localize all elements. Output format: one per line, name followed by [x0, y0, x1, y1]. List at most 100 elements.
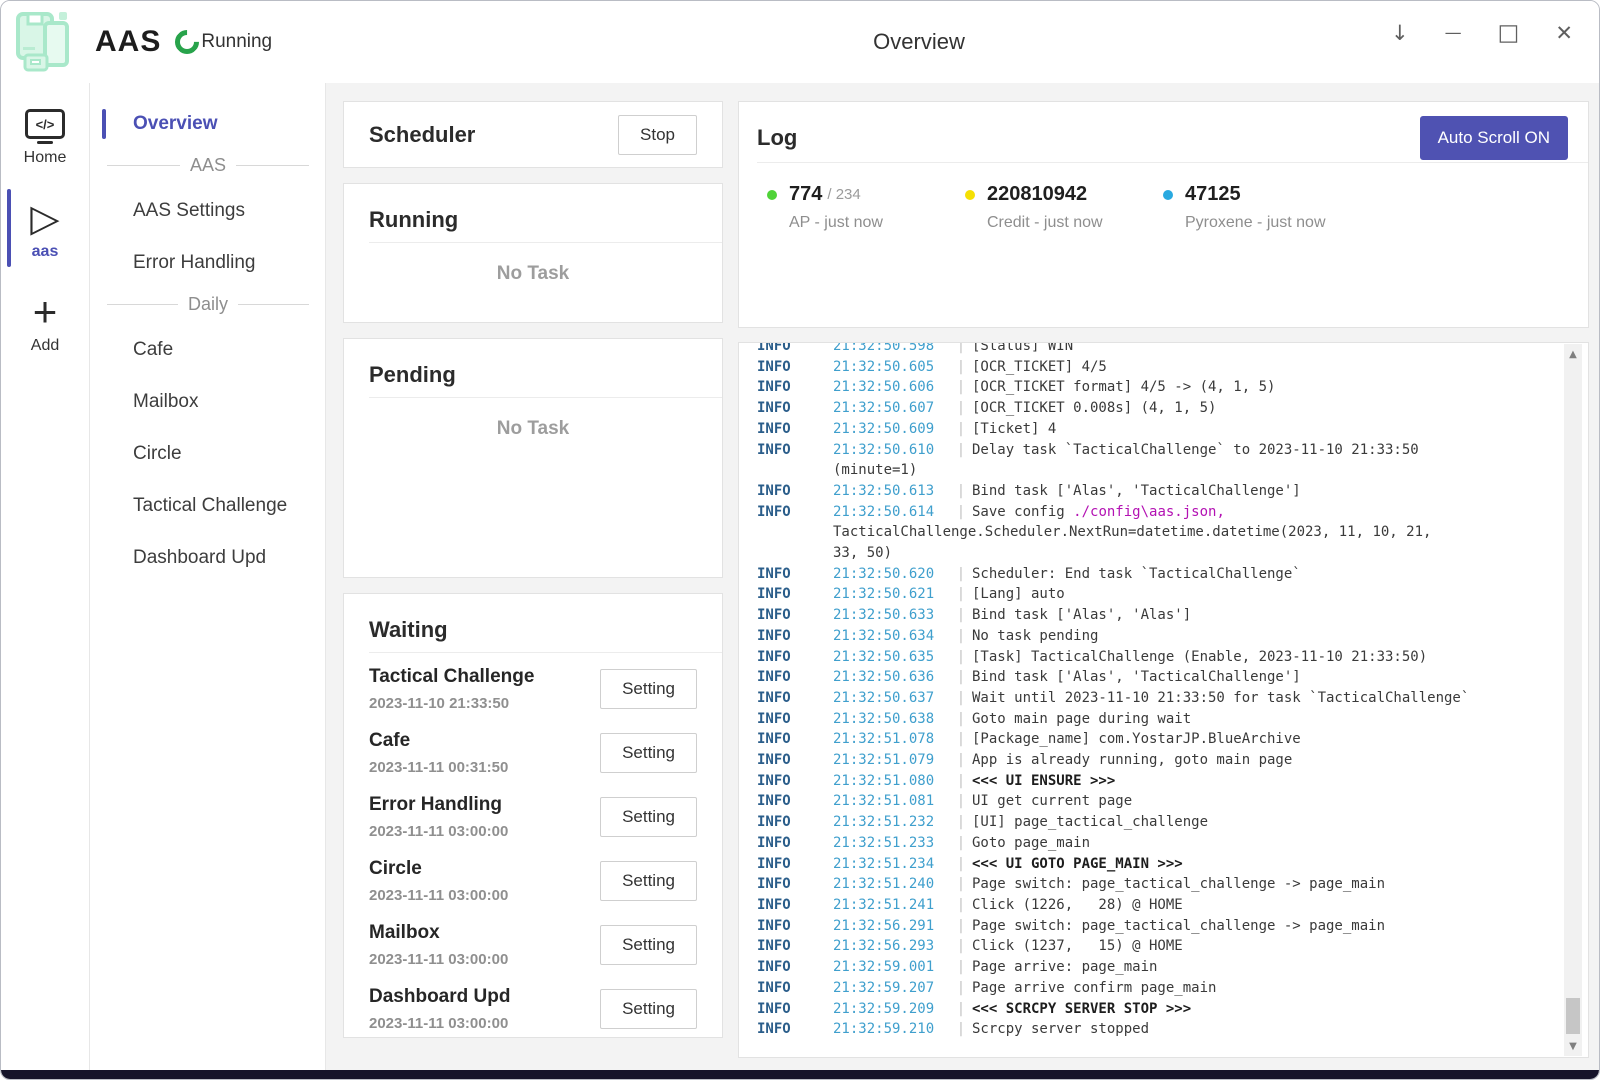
log-level: INFO [757, 895, 833, 916]
main-content: Scheduler Stop Running No Task Pending N… [326, 83, 1599, 1070]
log-line: INFO21:32:59.209|<<< SCRCPY SERVER STOP … [757, 999, 1554, 1020]
log-level: INFO [757, 584, 833, 605]
log-line: INFO21:32:50.638|Goto main page during w… [757, 709, 1554, 730]
log-timestamp: 21:32:50.610 [833, 440, 950, 461]
log-level: INFO [757, 833, 833, 854]
log-line: (minute=1) [757, 460, 1554, 481]
log-message: Page arrive confirm page_main [972, 978, 1216, 999]
sidebar-item-circle[interactable]: Circle [91, 433, 325, 475]
log-scrollbar[interactable]: ▲ ▼ [1564, 344, 1582, 1056]
scheduler-title: Scheduler [369, 122, 475, 148]
log-line: INFO21:32:51.080|<<< UI ENSURE >>> [757, 771, 1554, 792]
log-timestamp: 21:32:51.078 [833, 729, 950, 750]
page-title: Overview [873, 29, 965, 55]
log-line: INFO21:32:51.079|App is already running,… [757, 750, 1554, 771]
log-message: [Package_name] com.YostarJP.BlueArchive [972, 729, 1301, 750]
sidebar-item-mailbox[interactable]: Mailbox [91, 381, 325, 423]
nav-section-divider: Daily [107, 294, 309, 315]
log-timestamp: 21:32:50.614 [833, 502, 950, 523]
log-timestamp: 21:32:51.080 [833, 771, 950, 792]
log-timestamp: 21:32:59.210 [833, 1019, 950, 1040]
rail-item-aas[interactable]: ▷ aas [1, 185, 89, 271]
waiting-task-name: Dashboard Upd [369, 986, 510, 1008]
sidebar-item-tactical-challenge[interactable]: Tactical Challenge [91, 485, 325, 527]
close-icon[interactable]: ✕ [1555, 23, 1573, 44]
stop-button[interactable]: Stop [618, 115, 697, 155]
log-level: INFO [757, 605, 833, 626]
pending-title: Pending [369, 362, 456, 388]
rail-item-add[interactable]: + Add [1, 279, 89, 365]
log-level: INFO [757, 419, 833, 440]
log-level: INFO [757, 957, 833, 978]
auto-scroll-button[interactable]: Auto Scroll ON [1420, 116, 1568, 160]
rail-label: Home [24, 149, 67, 167]
stat-value: 774 [789, 183, 822, 206]
waiting-task-list: Tactical Challenge2023-11-10 21:33:50Set… [344, 653, 722, 1038]
log-level: INFO [757, 771, 833, 792]
log-message: UI get current page [972, 791, 1132, 812]
setting-button[interactable]: Setting [600, 669, 697, 709]
log-level: INFO [757, 709, 833, 730]
log-message: <<< SCRCPY SERVER STOP >>> [972, 999, 1191, 1020]
rail-item-home[interactable]: </> Home [1, 91, 89, 177]
sidebar-item-dashboard-upd[interactable]: Dashboard Upd [91, 537, 325, 579]
log-line: INFO21:32:50.610|Delay task `TacticalCha… [757, 440, 1554, 461]
setting-button[interactable]: Setting [600, 925, 697, 965]
rail-label: aas [32, 243, 59, 261]
resource-stat: 47125Pyroxene - just now [1163, 183, 1361, 232]
log-level: INFO [757, 999, 833, 1020]
log-line: INFO21:32:50.620|Scheduler: End task `Ta… [757, 564, 1554, 585]
log-message: [Ticket] 4 [972, 419, 1056, 440]
download-icon[interactable]: ↓ [1391, 23, 1409, 44]
waiting-task-row: Cafe2023-11-11 00:31:50Setting [344, 721, 722, 785]
scroll-up-icon[interactable]: ▲ [1564, 349, 1582, 360]
pending-empty-text: No Task [344, 418, 722, 440]
log-level: INFO [757, 854, 833, 875]
scrollbar-thumb[interactable] [1566, 998, 1580, 1034]
maximize-icon[interactable]: □ [1498, 22, 1520, 45]
log-message: Bind task ['Alas', 'Alas'] [972, 605, 1191, 626]
log-level: INFO [757, 874, 833, 895]
setting-button[interactable]: Setting [600, 989, 697, 1029]
waiting-task-name: Circle [369, 858, 508, 880]
log-message: 33, 50) [833, 543, 892, 564]
log-line: INFO21:32:59.001|Page arrive: page_main [757, 957, 1554, 978]
log-line: INFO21:32:50.607|[OCR_TICKET 0.008s] (4,… [757, 398, 1554, 419]
sidebar-item-cafe[interactable]: Cafe [91, 329, 325, 371]
log-message: [UI] page_tactical_challenge [972, 812, 1208, 833]
log-line: INFO21:32:50.621|[Lang] auto [757, 584, 1554, 605]
waiting-task-name: Tactical Challenge [369, 666, 534, 688]
plus-icon: + [33, 293, 58, 331]
sidebar-item-aas-settings[interactable]: AAS Settings [91, 190, 325, 232]
log-message: TacticalChallenge.Scheduler.NextRun=date… [833, 522, 1431, 543]
log-level: INFO [757, 667, 833, 688]
log-timestamp: 21:32:50.607 [833, 398, 950, 419]
log-timestamp: 21:32:51.079 [833, 750, 950, 771]
minimize-icon[interactable]: — [1445, 25, 1462, 42]
log-timestamp: 21:32:56.291 [833, 916, 950, 937]
sidebar-item-overview[interactable]: Overview [91, 103, 325, 145]
log-message: Click (1226, 28) @ HOME [972, 895, 1183, 916]
log-line: INFO21:32:50.609|[Ticket] 4 [757, 419, 1554, 440]
log-timestamp: 21:32:59.207 [833, 978, 950, 999]
sidebar-item-error-handling[interactable]: Error Handling [91, 242, 325, 284]
log-level: INFO [757, 688, 833, 709]
log-line: INFO21:32:51.078|[Package_name] com.Yost… [757, 729, 1554, 750]
log-level: INFO [757, 729, 833, 750]
log-line: INFO21:32:50.606|[OCR_TICKET format] 4/5… [757, 377, 1554, 398]
waiting-task-row: Circle2023-11-11 03:00:00Setting [344, 849, 722, 913]
log-message: [OCR_TICKET format] 4/5 -> (4, 1, 5) [972, 377, 1275, 398]
log-line: INFO21:32:51.081|UI get current page [757, 791, 1554, 812]
log-line: INFO21:32:56.293|Click (1237, 15) @ HOME [757, 936, 1554, 957]
log-lines: INFO21:32:50.598|[Status] WININFO21:32:5… [757, 342, 1554, 1040]
stat-suffix: / 234 [827, 186, 860, 203]
scroll-down-icon[interactable]: ▼ [1564, 1041, 1582, 1052]
setting-button[interactable]: Setting [600, 797, 697, 837]
log-timestamp: 21:32:50.635 [833, 647, 950, 668]
stat-label: Pyroxene - just now [1185, 214, 1361, 232]
log-column: Log Auto Scroll ON 774/ 234AP - just now… [738, 101, 1589, 1058]
setting-button[interactable]: Setting [600, 861, 697, 901]
log-message: (minute=1) [833, 460, 917, 481]
app-status: Running [201, 31, 272, 53]
setting-button[interactable]: Setting [600, 733, 697, 773]
